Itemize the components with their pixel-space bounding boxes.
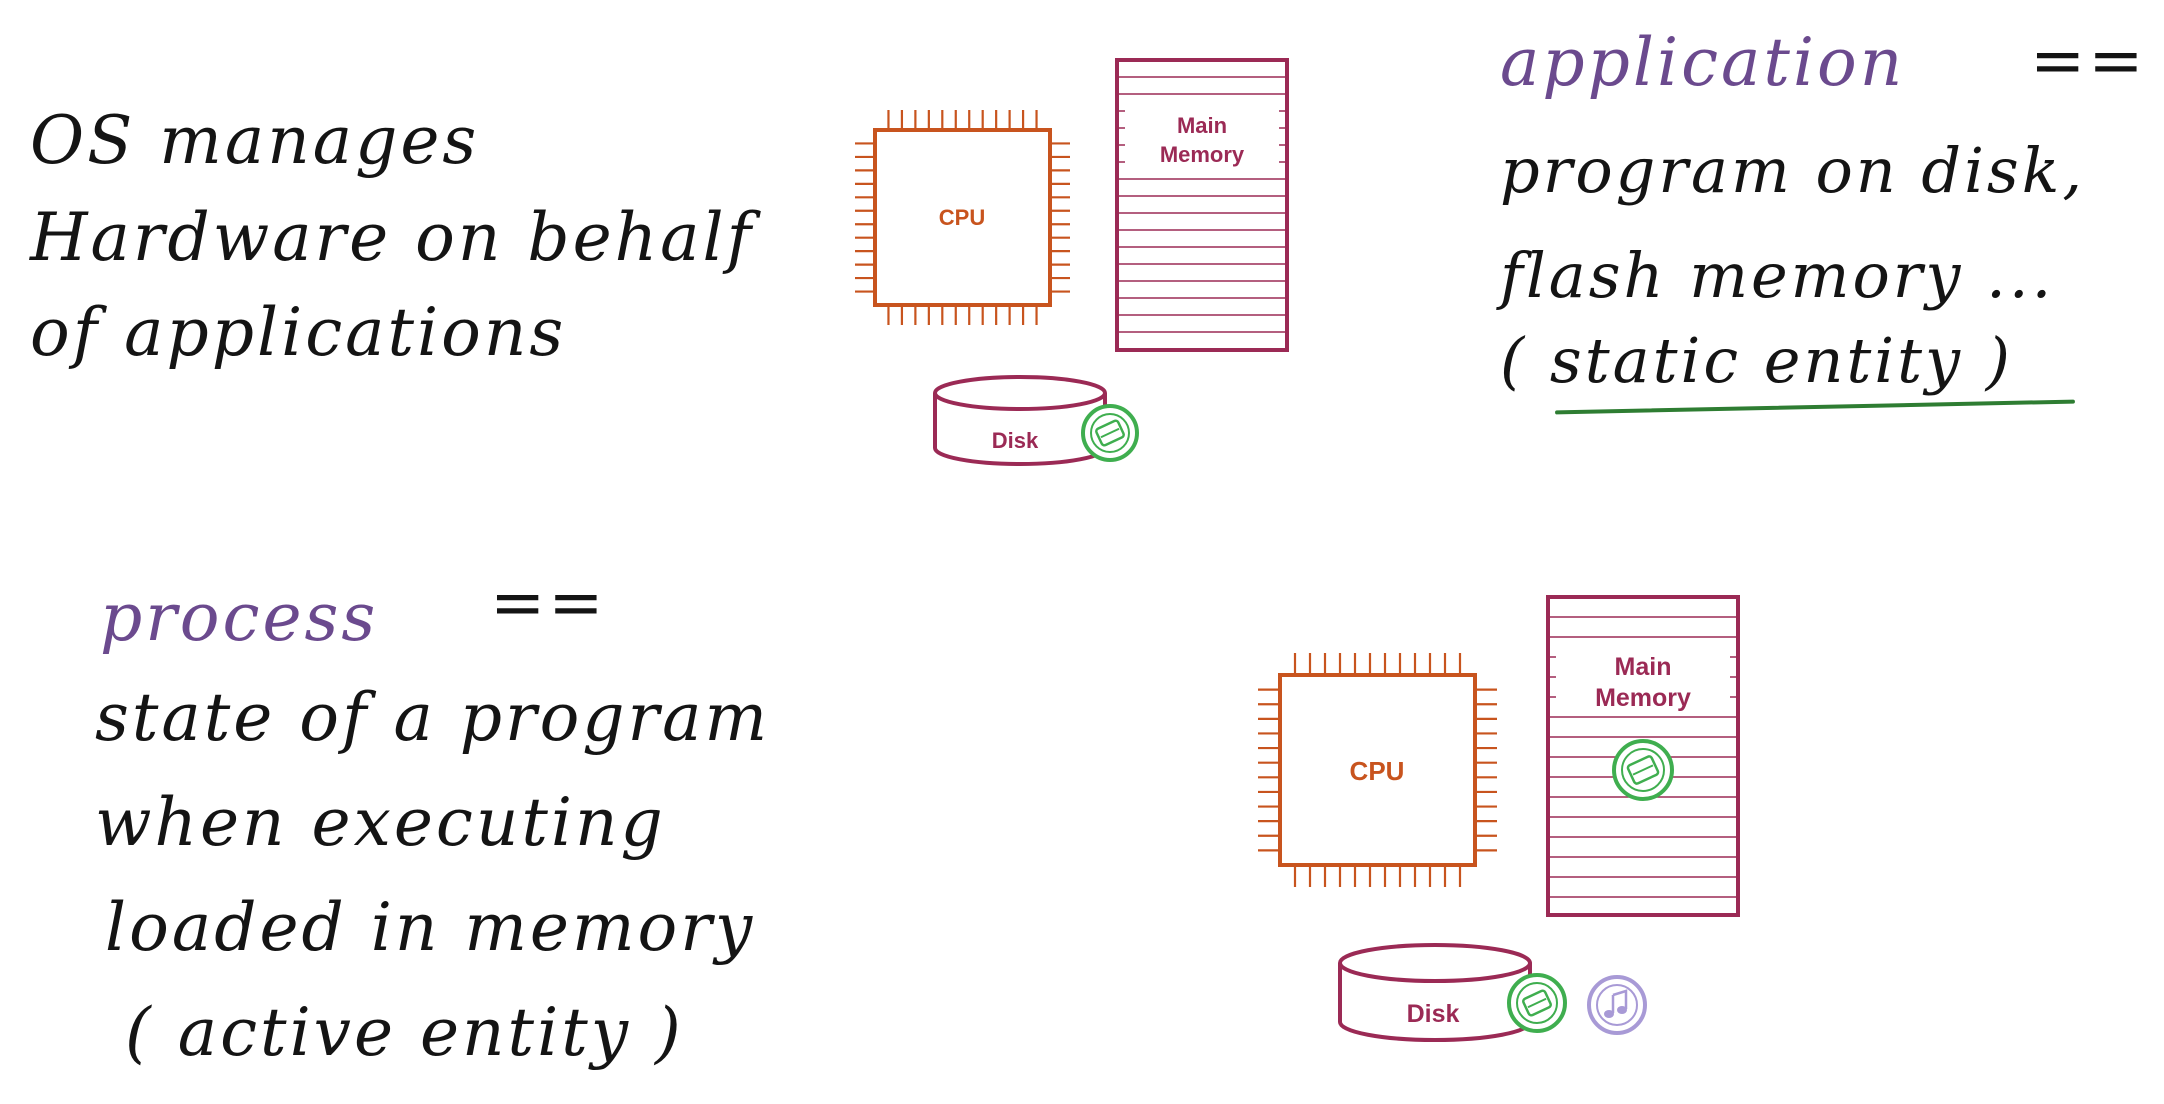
music-note-icon: [1587, 975, 1647, 1035]
bottom-cpu-label: CPU: [1350, 756, 1405, 786]
top-main-memory: Main Memory: [1115, 58, 1289, 352]
top-disk-label: Disk: [992, 428, 1039, 453]
top-disk: Disk: [933, 375, 1107, 466]
top-cpu-label: CPU: [939, 205, 985, 230]
application-icon: [1081, 404, 1139, 462]
bottom-disk: Disk: [1338, 943, 1532, 1042]
hardware-diagrams: CPU Main Memory Disk CPU Main Memory Dis…: [855, 58, 1740, 1042]
top-memory-label1: Main: [1177, 113, 1227, 138]
bottom-memory-label2: Memory: [1595, 684, 1691, 712]
bottom-disk-application-icon: [1507, 973, 1567, 1033]
bottom-cpu-chip: CPU: [1258, 653, 1497, 887]
top-memory-label2: Memory: [1160, 142, 1245, 167]
bottom-memory-application-icon: [1612, 739, 1674, 801]
bottom-disk-label: Disk: [1407, 1000, 1460, 1028]
top-cpu-chip: CPU: [855, 110, 1070, 325]
bottom-memory-label1: Main: [1615, 653, 1672, 681]
